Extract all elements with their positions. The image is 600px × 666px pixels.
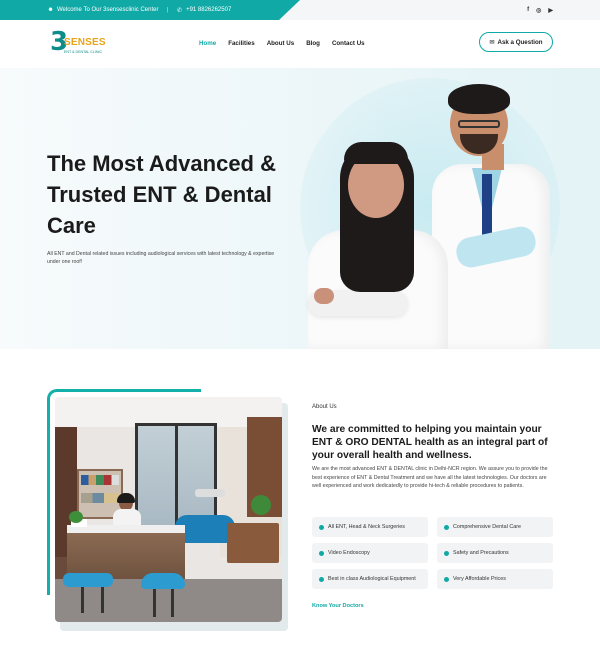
check-dot-icon	[444, 550, 449, 556]
chat-icon: ✉	[489, 39, 495, 46]
feature-item: Very Affordable Prices	[437, 569, 553, 589]
hero-description: All ENT and Dental related issues includ…	[47, 251, 275, 265]
check-dot-icon	[319, 524, 324, 530]
nav-item-home[interactable]: Home	[199, 40, 216, 47]
feature-label: Best in class Audiological Equipment	[328, 576, 416, 582]
phone-icon: ✆	[177, 7, 183, 14]
welcome-text: Welcome To Our 3sensesclinic Center	[57, 7, 159, 13]
phone-number[interactable]: +91 8826262507	[186, 7, 231, 13]
feature-item: Comprehensive Dental Care	[437, 517, 553, 537]
about-kicker: About Us	[312, 404, 337, 410]
know-your-doctors-link[interactable]: Know Your Doctors	[312, 603, 364, 609]
clinic-photo	[55, 397, 282, 622]
feature-label: Video Endoscopy	[328, 550, 370, 556]
ask-question-label: Ask a Question	[497, 38, 543, 46]
check-dot-icon	[319, 576, 324, 582]
about-body: We are the most advanced ENT & DENTAL cl…	[312, 466, 548, 489]
feature-item: Best in class Audiological Equipment	[312, 569, 428, 589]
about-content: About Us We are committed to helping you…	[312, 404, 557, 491]
nav-item-contact-us[interactable]: Contact Us	[332, 40, 365, 47]
user-icon: ☻	[47, 7, 54, 13]
main-nav: Home Facilities About Us Blog Contact Us	[199, 40, 365, 47]
check-dot-icon	[319, 550, 324, 556]
nav-item-blog[interactable]: Blog	[306, 40, 320, 47]
feature-list: All ENT, Head & Neck Surgeries Comprehen…	[312, 517, 554, 589]
nav-item-facilities[interactable]: Facilities	[228, 40, 254, 47]
about-title: We are committed to helping you maintain…	[312, 424, 548, 461]
feature-item: All ENT, Head & Neck Surgeries	[312, 517, 428, 537]
social-links: f ◎ ▶	[527, 0, 553, 20]
ask-question-button[interactable]: ✉ Ask a Question	[479, 32, 553, 52]
feature-label: Comprehensive Dental Care	[453, 524, 522, 530]
logo[interactable]: 3 SENSES ENT & DENTAL CLINIC	[50, 28, 106, 62]
feature-item: Video Endoscopy	[312, 543, 428, 563]
check-dot-icon	[444, 576, 449, 582]
check-dot-icon	[444, 524, 449, 530]
facebook-icon[interactable]: f	[527, 7, 529, 13]
hero-section: The Most Advanced & Trusted ENT & Dental…	[0, 68, 600, 349]
top-bar-contact: ☻ Welcome To Our 3sensesclinic Center | …	[0, 0, 300, 20]
feature-item: Safety and Precautions	[437, 543, 553, 563]
logo-tagline: ENT & DENTAL CLINIC	[64, 50, 103, 54]
top-bar: ☻ Welcome To Our 3sensesclinic Center | …	[0, 0, 600, 20]
youtube-icon[interactable]: ▶	[548, 7, 553, 14]
feature-label: Safety and Precautions	[453, 550, 509, 556]
logo-word: SENSES	[64, 37, 106, 48]
nav-item-about-us[interactable]: About Us	[267, 40, 295, 47]
separator: |	[166, 7, 169, 13]
feature-label: All ENT, Head & Neck Surgeries	[328, 524, 405, 530]
site-header: 3 SENSES ENT & DENTAL CLINIC Home Facili…	[0, 20, 600, 68]
feature-label: Very Affordable Prices	[453, 576, 506, 582]
female-doctor-image	[300, 138, 450, 349]
hero-title: The Most Advanced & Trusted ENT & Dental…	[47, 151, 276, 238]
instagram-icon[interactable]: ◎	[536, 7, 541, 14]
